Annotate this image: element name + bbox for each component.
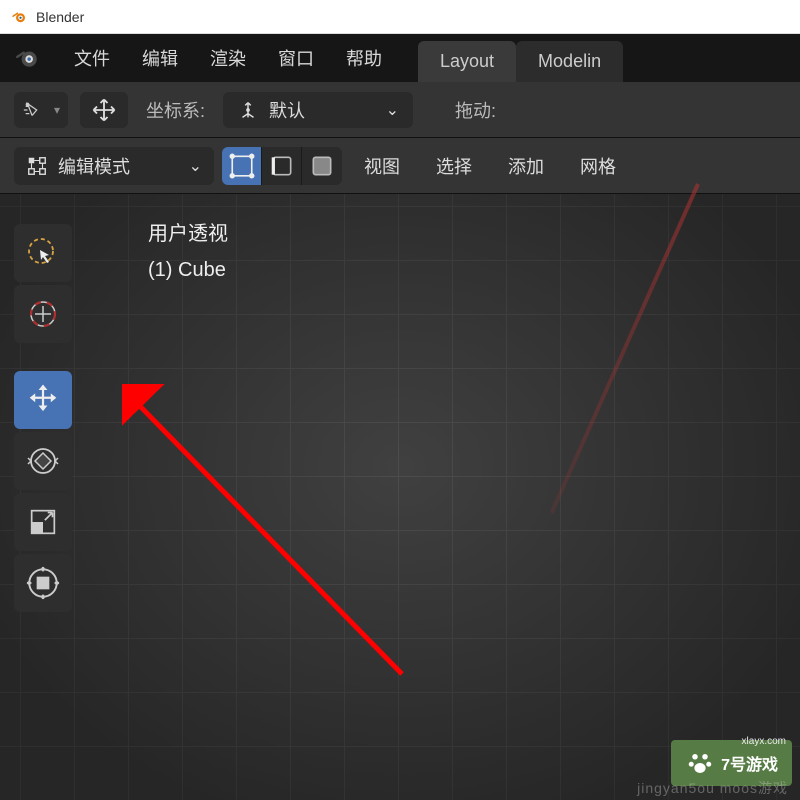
orientation-label: 坐标系:	[146, 97, 205, 123]
edge-icon	[269, 153, 295, 179]
chevron-down-icon: ▾	[54, 103, 60, 117]
tool-column	[14, 224, 72, 612]
face-select-button[interactable]	[302, 147, 342, 185]
orientation-value: 默认	[269, 97, 305, 123]
mode-dropdown[interactable]: 编辑模式 ⌄	[14, 147, 214, 185]
orientation-dropdown[interactable]: 默认 ⌄	[223, 92, 413, 128]
axis-z-line	[550, 183, 700, 514]
vertex-select-button[interactable]	[222, 147, 262, 185]
tool-select-box[interactable]	[14, 224, 72, 282]
menu-help[interactable]: 帮助	[330, 39, 398, 77]
blender-logo-icon	[14, 45, 40, 71]
face-icon	[309, 153, 335, 179]
titlebar-title: Blender	[36, 9, 84, 25]
viewport-info: 用户透视 (1) Cube	[148, 216, 228, 288]
tool-cursor[interactable]	[14, 285, 72, 343]
menu-edit[interactable]: 编辑	[126, 39, 194, 77]
menu-view[interactable]: 视图	[350, 153, 414, 179]
cursor-3d-icon	[25, 296, 61, 332]
snap-dropdown[interactable]: ▾	[14, 92, 68, 128]
tool-rotate[interactable]	[14, 432, 72, 490]
menubar: 文件 编辑 渲染 窗口 帮助 Layout Modelin	[0, 34, 800, 82]
menu-mesh[interactable]: 网格	[566, 153, 630, 179]
move-icon	[90, 96, 118, 124]
select-box-icon	[25, 235, 61, 271]
watermark-text: 7号游戏	[721, 751, 778, 775]
menu-render[interactable]: 渲染	[194, 39, 262, 77]
tool-scale[interactable]	[14, 493, 72, 551]
rotate-icon	[25, 443, 61, 479]
edge-select-button[interactable]	[262, 147, 302, 185]
menu-select[interactable]: 选择	[422, 153, 486, 179]
viewport-object-label: (1) Cube	[148, 252, 228, 288]
tool-transform[interactable]	[14, 554, 72, 612]
pivot-dropdown[interactable]	[80, 92, 128, 128]
chevron-down-icon: ⌄	[189, 156, 202, 176]
watermark-sub: jingyan5ou moos游戏	[625, 776, 800, 800]
blender-logo-icon	[10, 8, 28, 26]
edit-mode-icon	[26, 155, 48, 177]
magnet-icon	[22, 99, 44, 121]
app-window: 文件 编辑 渲染 窗口 帮助 Layout Modelin ▾ 坐标系: 默认 …	[0, 34, 800, 800]
tool-move[interactable]	[14, 371, 72, 429]
watermark-url: xlayx.com	[742, 736, 786, 747]
orientation-icon	[237, 99, 259, 121]
menu-window[interactable]: 窗口	[262, 39, 330, 77]
annotation-arrow	[122, 384, 442, 704]
vertex-icon	[229, 153, 255, 179]
toolbar-header: ▾ 坐标系: 默认 ⌄ 拖动:	[0, 82, 800, 138]
mode-label: 编辑模式	[58, 153, 179, 179]
transform-icon	[24, 564, 62, 602]
titlebar: Blender	[0, 0, 800, 34]
viewport-perspective-label: 用户透视	[148, 216, 228, 252]
paw-icon	[685, 748, 715, 778]
drag-label: 拖动:	[455, 97, 496, 123]
workspace-layout[interactable]: Layout	[418, 41, 516, 82]
menu-file[interactable]: 文件	[58, 39, 126, 77]
menu-add[interactable]: 添加	[494, 153, 558, 179]
viewport-3d[interactable]: 用户透视 (1) Cube 7号游戏 xlayx.com jingyan5ou …	[0, 194, 800, 800]
move-icon	[23, 380, 63, 420]
chevron-down-icon: ⌄	[386, 100, 399, 120]
workspace-modeling[interactable]: Modelin	[516, 41, 623, 82]
toolbar-mode: 编辑模式 ⌄ 视图 选择 添加 网格	[0, 138, 800, 194]
select-mode-group	[222, 147, 342, 185]
scale-icon	[26, 505, 60, 539]
